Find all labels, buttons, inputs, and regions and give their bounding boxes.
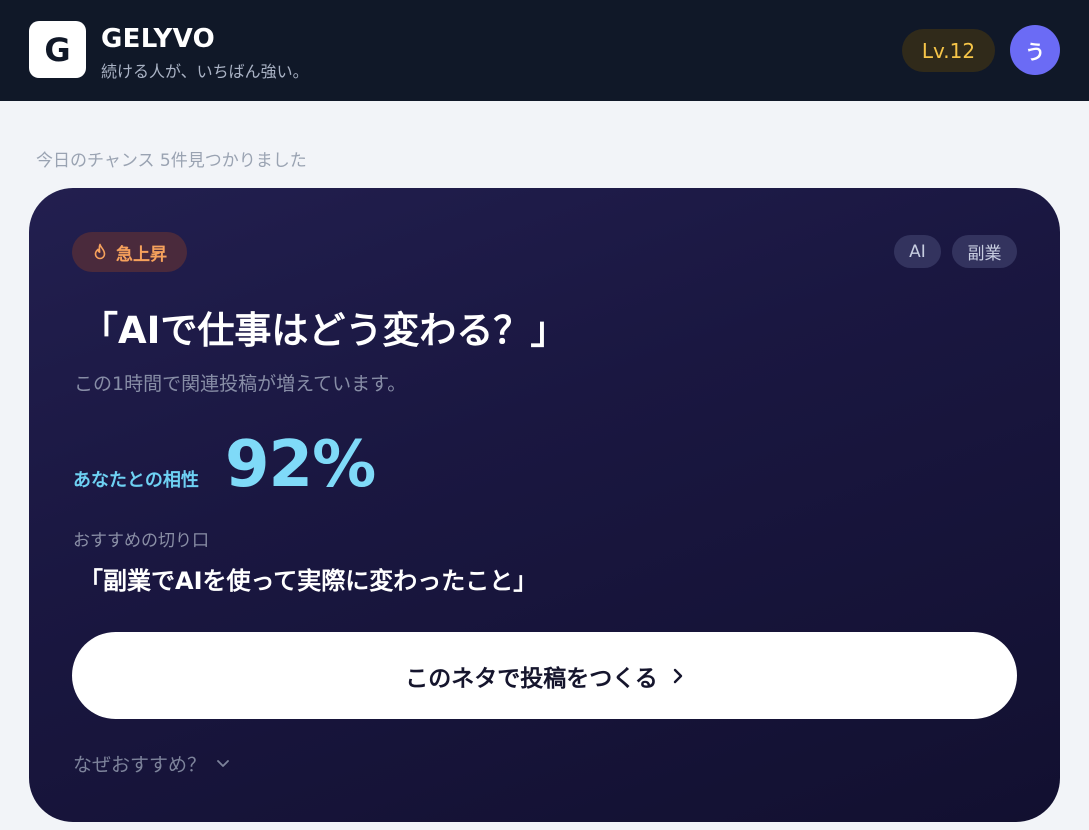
tag-label: 副業 bbox=[967, 244, 1002, 264]
level-label: Lv.12 bbox=[921, 38, 976, 63]
why-recommended-toggle[interactable]: なぜおすすめ？ bbox=[73, 750, 230, 777]
tag-side-business[interactable]: 副業 bbox=[952, 235, 1017, 268]
trending-badge-label: 急上昇 bbox=[116, 244, 167, 265]
level-badge[interactable]: Lv.12 bbox=[902, 29, 995, 72]
topic-card: 急上昇 AI 副業 「AIで仕事はどう変わる？」 この1時間で関連投稿が増えてい… bbox=[29, 188, 1060, 822]
chance-count-text: 今日のチャンス 5件見つかりました bbox=[36, 151, 307, 171]
recommended-angle-text: 「副業でAIを使って実際に変わったこと」 bbox=[79, 567, 538, 595]
avatar-initial: う bbox=[1025, 39, 1045, 64]
create-post-label: このネタで投稿をつくる bbox=[405, 665, 658, 692]
chevron-right-icon bbox=[672, 667, 684, 685]
avatar[interactable]: う bbox=[1010, 25, 1060, 75]
trending-badge: 急上昇 bbox=[72, 232, 187, 272]
topic-title: 「AIで仕事はどう変わる？」 bbox=[81, 309, 568, 352]
create-post-button[interactable]: このネタで投稿をつくる bbox=[72, 632, 1017, 719]
flame-icon bbox=[92, 243, 108, 261]
tag-ai[interactable]: AI bbox=[894, 235, 941, 268]
app-header: G GELYVO 続ける人が、いちばん強い。 Lv.12 う bbox=[0, 0, 1089, 101]
tag-label: AI bbox=[909, 241, 926, 262]
brand-tagline: 続ける人が、いちばん強い。 bbox=[101, 62, 309, 81]
app-logo[interactable]: G bbox=[29, 21, 86, 78]
why-recommended-label: なぜおすすめ？ bbox=[73, 754, 207, 776]
recommended-angle-label: おすすめの切り口 bbox=[73, 531, 209, 551]
logo-letter: G bbox=[44, 30, 71, 69]
brand-name: GELYVO bbox=[101, 24, 216, 54]
topic-description: この1時間で関連投稿が増えています。 bbox=[74, 373, 407, 395]
compatibility-score: 92% bbox=[225, 428, 376, 502]
compatibility-label: あなたとの相性 bbox=[73, 470, 199, 491]
chevron-down-icon bbox=[216, 759, 230, 769]
